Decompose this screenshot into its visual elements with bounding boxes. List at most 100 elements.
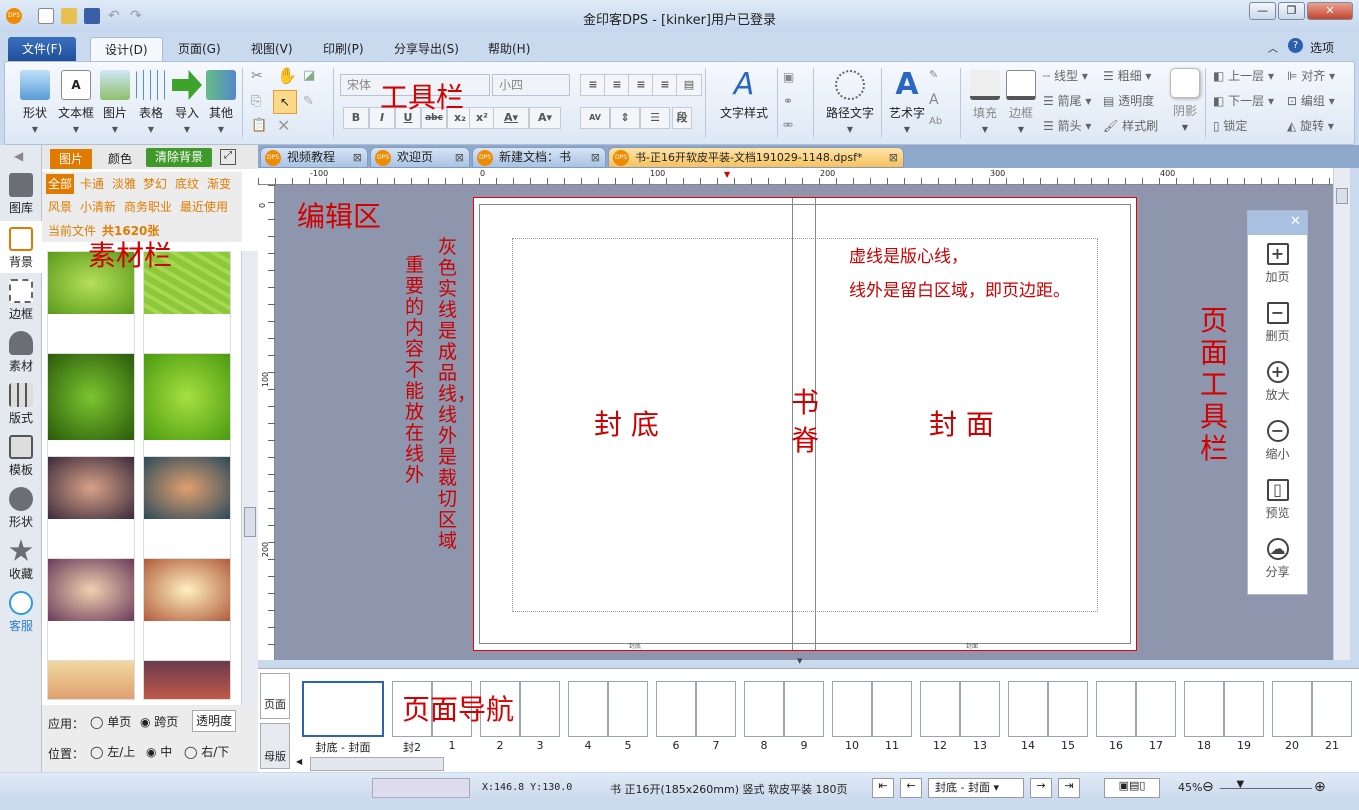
font-size-select[interactable]: 小四	[492, 74, 570, 96]
menu-view[interactable]: 视图(V)	[237, 37, 307, 61]
category-dream[interactable]: 梦幻	[143, 174, 167, 194]
zoom-in-icon[interactable]: ⊕	[1314, 779, 1326, 795]
font-color-button[interactable]: A▾	[493, 107, 529, 129]
page-thumbnail[interactable]	[1224, 681, 1264, 737]
doc-tab-active[interactable]: DPS 书-正16开软皮平装-文档191029-1148.dpsf* ⊠	[608, 147, 904, 168]
text-edit-icon[interactable]: ✎	[929, 68, 938, 81]
page-thumbnail[interactable]	[1272, 681, 1312, 737]
minimize-button[interactable]: —	[1249, 2, 1276, 20]
distribute-button[interactable]: ▤	[676, 74, 702, 96]
nav-scrollbar[interactable]	[310, 757, 444, 771]
strip-gallery[interactable]: 图库	[0, 167, 42, 219]
material-thumb[interactable]	[143, 660, 231, 700]
justify-button[interactable]: ≡	[652, 74, 678, 96]
expand-icon[interactable]: ⤢	[220, 149, 236, 165]
preview-button[interactable]: ▯ 预览	[1248, 479, 1307, 521]
scroll-left-icon[interactable]: ◀	[296, 757, 302, 766]
material-thumb[interactable]	[143, 558, 231, 662]
scroll-thumb[interactable]	[1336, 188, 1348, 204]
page-thumbnail[interactable]	[608, 681, 648, 737]
close-tab-icon[interactable]: ⊠	[353, 148, 362, 167]
other-button[interactable]: 其他 ▼	[203, 70, 239, 134]
align-left-button[interactable]: ≡	[580, 74, 606, 96]
page-thumbnail[interactable]	[1008, 681, 1048, 737]
list-button[interactable]: ☰	[640, 107, 670, 129]
category-scenery[interactable]: 风景	[48, 197, 72, 217]
doc-tab[interactable]: DPS 欢迎页 ⊠	[370, 147, 470, 168]
scroll-thumb[interactable]	[244, 507, 256, 537]
edit-canvas[interactable]: 封 底 书 脊 封 面 虚线是版心线， 线外是留白区域，即页边距。 封底 封面 …	[275, 185, 1333, 665]
restore-button[interactable]: ❐	[1278, 2, 1305, 20]
collapse-panel-icon[interactable]: ◀	[14, 149, 23, 163]
art-text-button[interactable]: A 艺术字 ▼	[883, 70, 931, 135]
material-thumb[interactable]	[47, 558, 135, 662]
link-icon[interactable]: ⚭	[783, 94, 793, 108]
crop-icon[interactable]: ◪	[303, 68, 315, 83]
zoom-out-icon[interactable]: ⊖	[1202, 779, 1214, 795]
bring-forward-button[interactable]: ◧ 上一层 ▾	[1213, 66, 1274, 86]
category-gradient[interactable]: 渐变	[207, 174, 231, 194]
transparency-button[interactable]: ▤ 透明度	[1103, 91, 1154, 111]
radio-center[interactable]: ◉ 中	[146, 743, 172, 760]
last-page-button[interactable]: ⇥	[1058, 778, 1080, 798]
radio-single-page[interactable]: ◯ 单页	[90, 713, 131, 730]
menu-help[interactable]: 帮助(H)	[474, 37, 544, 61]
align-center-button[interactable]: ≡	[604, 74, 630, 96]
strip-material[interactable]: 素材	[0, 325, 42, 377]
doc-tab[interactable]: DPS 新建文档：书 ⊠	[472, 147, 606, 168]
collapse-ribbon-icon[interactable]: ︿	[1268, 40, 1278, 55]
superscript-button[interactable]: x²	[469, 107, 495, 129]
material-thumb[interactable]	[47, 660, 135, 700]
category-cartoon[interactable]: 卡通	[80, 174, 104, 194]
material-thumb[interactable]	[143, 353, 231, 457]
view-mode-buttons[interactable]: ▣▤▯	[1104, 778, 1160, 798]
textbox-link-icon[interactable]: ▣	[783, 70, 794, 84]
page-thumbnail[interactable]	[960, 681, 1000, 737]
magic-wand-icon[interactable]: ✎	[303, 94, 314, 109]
category-texture[interactable]: 底纹	[175, 174, 199, 194]
radio-left-top[interactable]: ◯ 左/上	[90, 743, 135, 760]
add-page-button[interactable]: + 加页	[1248, 243, 1307, 285]
category-business[interactable]: 商务职业	[124, 197, 172, 217]
zoom-out-button[interactable]: − 缩小	[1248, 420, 1307, 462]
arrow-tail-button[interactable]: ☰ 箭尾 ▾	[1043, 91, 1091, 111]
rotate-button[interactable]: ◭ 旋转 ▾	[1287, 116, 1334, 136]
cut-icon[interactable]: ✂	[251, 68, 263, 84]
page-thumbnail[interactable]	[1312, 681, 1352, 737]
border-button[interactable]: 边框 ▼	[1003, 70, 1039, 134]
prev-page-button[interactable]: ←	[900, 778, 922, 798]
page-thumbnail[interactable]	[568, 681, 608, 737]
text-style-button[interactable]: A 文字样式	[711, 70, 777, 121]
transparency-button[interactable]: 透明度	[192, 710, 236, 732]
strip-shape[interactable]: 形状	[0, 481, 42, 533]
shape-button[interactable]: 形状 ▼	[17, 70, 53, 134]
shadow-button[interactable]: 阴影 ▼	[1167, 68, 1203, 132]
copy-icon[interactable]: ⎘	[251, 94, 261, 109]
menu-page[interactable]: 页面(G)	[164, 37, 235, 61]
zoom-in-button[interactable]: + 放大	[1248, 361, 1307, 403]
close-tab-icon[interactable]: ⊠	[455, 148, 464, 167]
text-direction-icon[interactable]: Ab	[929, 116, 942, 127]
strip-background[interactable]: 背景	[0, 221, 42, 273]
page-thumbnail[interactable]	[520, 681, 560, 737]
zoom-slider[interactable]	[1220, 788, 1312, 789]
page-thumbnail[interactable]	[302, 681, 384, 737]
import-button[interactable]: 导入 ▼	[169, 70, 205, 134]
close-tab-icon[interactable]: ⊠	[591, 148, 600, 167]
select-pointer-icon[interactable]: ↖	[273, 90, 297, 114]
strip-customer-service[interactable]: 客服	[0, 585, 42, 637]
strip-border[interactable]: 边框	[0, 273, 42, 325]
book-cover-spread[interactable]: 封 底 书 脊 封 面 虚线是版心线， 线外是留白区域，即页边距。 封底 封面	[473, 197, 1137, 651]
radio-right-bottom[interactable]: ◯ 右/下	[184, 743, 229, 760]
share-button[interactable]: ☁ 分享	[1248, 538, 1307, 580]
first-page-button[interactable]: ⇤	[872, 778, 894, 798]
page-thumbnail[interactable]	[656, 681, 696, 737]
unlink-icon[interactable]: ⚮	[783, 118, 793, 132]
zoom-slider-thumb[interactable]: ▼	[1237, 779, 1245, 790]
arrow-head-button[interactable]: ☰ 箭头 ▾	[1043, 116, 1091, 136]
page-thumbnail[interactable]	[696, 681, 736, 737]
paste-icon[interactable]: 📋	[251, 118, 267, 133]
strip-favorites[interactable]: 收藏	[0, 533, 42, 585]
highlight-color-button[interactable]: A▾	[529, 107, 561, 129]
format-brush-button[interactable]: 🖌 样式刷	[1103, 116, 1158, 136]
